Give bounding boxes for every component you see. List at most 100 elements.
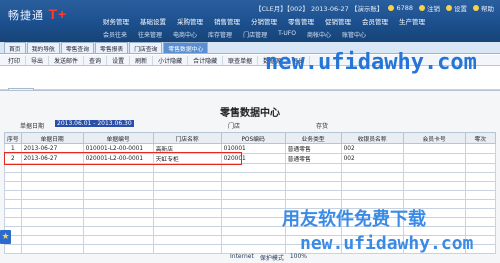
menu-item[interactable]: 零售管理 bbox=[285, 15, 317, 27]
status-zone: Internet bbox=[230, 253, 254, 260]
refresh-button[interactable]: 刷新 bbox=[130, 55, 154, 65]
exit-button[interactable]: 退出 bbox=[287, 55, 311, 65]
report-panel: 零售数据中心 单据日期 2013.06.01 - 2013.06.30 门店 存… bbox=[0, 90, 500, 263]
store-label: 门店 bbox=[228, 123, 241, 130]
tab-retail-query[interactable]: 零售查询 bbox=[60, 42, 95, 53]
tab-bar: 首页 我的导航 零售查询 零售报表 门店查询 零售数据中心 bbox=[0, 42, 500, 54]
table-row bbox=[4, 208, 497, 218]
cell: 002 bbox=[340, 153, 404, 164]
user-tool-user[interactable]: 6788 bbox=[388, 3, 413, 13]
table-row bbox=[4, 190, 497, 200]
user-tools: 6788 注销 设置 帮助 bbox=[388, 3, 494, 13]
cell: 普通零售 bbox=[284, 153, 342, 164]
doc-link[interactable]: 020001-L2-00-0001 bbox=[82, 153, 154, 164]
table-row bbox=[4, 181, 497, 191]
col-header[interactable]: 门店名称 bbox=[152, 132, 222, 144]
total-hide-button[interactable]: 合计隐藏 bbox=[188, 55, 224, 65]
cell bbox=[464, 143, 497, 154]
tab-retail-report[interactable]: 零售报表 bbox=[95, 42, 129, 53]
cell: 普通零售 bbox=[284, 143, 342, 154]
menu-item[interactable]: 生产管理 bbox=[396, 15, 428, 27]
status-zoom[interactable]: 100% bbox=[290, 253, 307, 262]
table-header-row: 序号 单据日期 单据编号 门店名称 POS编码 业务类型 收银员名称 会员卡号 … bbox=[4, 132, 497, 144]
menu-item[interactable]: 促销管理 bbox=[322, 15, 354, 27]
linked-docs-button[interactable]: 联查单据 bbox=[223, 55, 259, 65]
report-title: 零售数据中心 bbox=[220, 108, 280, 119]
help-button[interactable]: 帮助 bbox=[473, 3, 494, 13]
cell: 2 bbox=[4, 153, 22, 164]
star-icon[interactable]: ★ bbox=[0, 230, 11, 244]
tab-home[interactable]: 首页 bbox=[4, 42, 26, 53]
table-row[interactable]: 2 2013-06-27 020001-L2-00-0001 天虹专柜 0200… bbox=[4, 153, 497, 164]
cell: 高新店 bbox=[152, 143, 222, 154]
stock-label: 存货 bbox=[316, 123, 329, 130]
send-mail-button[interactable]: 发送邮件 bbox=[49, 55, 85, 65]
table-row bbox=[4, 217, 497, 227]
table-row[interactable]: 1 2013-06-27 010001-L2-00-0001 高新店 01000… bbox=[4, 143, 497, 154]
cell bbox=[464, 153, 497, 164]
top-banner: 畅捷通 T+ 【CLE月】【002】 2013-06-27 【演示账】 6788… bbox=[0, 0, 500, 42]
toolbar: 打印 导出 发送邮件 查询 设置 刷新 小计隐藏 合计隐藏 联查单据 数据源 退… bbox=[0, 55, 500, 66]
logout-button[interactable]: 注销 bbox=[419, 3, 440, 13]
retail-data-table: 序号 单据日期 单据编号 门店名称 POS编码 业务类型 收银员名称 会员卡号 … bbox=[4, 132, 497, 254]
submenu-item[interactable]: T-UFO bbox=[275, 29, 299, 40]
logout-icon bbox=[419, 5, 425, 11]
menu-item[interactable]: 销售管理 bbox=[211, 15, 243, 27]
submenu-item[interactable]: 门店管理 bbox=[240, 29, 270, 40]
sub-menu: 会员往来 往来管理 电商中心 库存管理 门店管理 T-UFO 商帐中心 账管中心 bbox=[100, 29, 369, 40]
table-row bbox=[4, 199, 497, 209]
date-label: 单据日期 bbox=[20, 123, 45, 130]
user-icon bbox=[388, 5, 395, 11]
export-button[interactable]: 导出 bbox=[26, 55, 50, 65]
data-source-button[interactable]: 数据源 bbox=[258, 55, 288, 65]
col-header[interactable]: 收银员名称 bbox=[340, 132, 404, 144]
table-row bbox=[4, 172, 497, 182]
cell: 2013-06-27 bbox=[20, 153, 84, 164]
cell: 010001 bbox=[220, 143, 286, 154]
menu-item[interactable]: 会员管理 bbox=[359, 15, 391, 27]
table-row bbox=[4, 226, 497, 236]
status-protected-mode: 保护模式 bbox=[259, 255, 284, 262]
cell: 020001 bbox=[220, 153, 286, 164]
col-header[interactable]: 业务类型 bbox=[284, 132, 342, 144]
settings-button[interactable]: 设置 bbox=[446, 3, 467, 13]
menu-item[interactable]: 采购管理 bbox=[174, 15, 206, 27]
col-header[interactable]: 序号 bbox=[4, 132, 22, 144]
tab-retail-data-center[interactable]: 零售数据中心 bbox=[163, 42, 209, 53]
cell: 天虹专柜 bbox=[152, 153, 222, 164]
cell: 1 bbox=[4, 143, 22, 154]
app-logo: 畅捷通 T+ bbox=[8, 6, 68, 22]
cell bbox=[402, 153, 466, 164]
date-range-field[interactable]: 2013.06.01 - 2013.06.30 bbox=[55, 120, 134, 127]
session-status: 【CLE月】【002】 2013-06-27 【演示账】 bbox=[255, 5, 384, 13]
help-icon bbox=[473, 5, 479, 11]
submenu-item[interactable]: 电商中心 bbox=[170, 29, 200, 40]
doc-link[interactable]: 010001-L2-00-0001 bbox=[82, 143, 154, 154]
cell bbox=[402, 143, 466, 154]
submenu-item[interactable]: 会员往来 bbox=[100, 29, 130, 40]
settings-toolbar-button[interactable]: 设置 bbox=[107, 55, 131, 65]
col-header[interactable]: POS编码 bbox=[220, 132, 286, 144]
tab-my-nav[interactable]: 我的导航 bbox=[26, 42, 60, 53]
submenu-item[interactable]: 往来管理 bbox=[135, 29, 165, 40]
menu-item[interactable]: 分销管理 bbox=[248, 15, 280, 27]
table-row bbox=[4, 235, 497, 245]
subtotal-hide-button[interactable]: 小计隐藏 bbox=[153, 55, 189, 65]
col-header[interactable]: 单据日期 bbox=[20, 132, 84, 144]
print-button[interactable]: 打印 bbox=[3, 55, 27, 65]
table-row bbox=[4, 163, 497, 173]
submenu-item[interactable]: 库存管理 bbox=[205, 29, 235, 40]
menu-item[interactable]: 财务管理 bbox=[100, 15, 132, 27]
menu-item[interactable]: 基础设置 bbox=[137, 15, 169, 27]
submenu-item[interactable]: 账管中心 bbox=[339, 29, 369, 40]
query-button[interactable]: 查询 bbox=[84, 55, 108, 65]
report-filters: 单据日期 2013.06.01 - 2013.06.30 门店 存货 bbox=[0, 120, 500, 131]
tab-store-query[interactable]: 门店查询 bbox=[129, 42, 163, 53]
status-bar: Internet 保护模式 100% bbox=[230, 253, 307, 262]
col-header[interactable]: 会员卡号 bbox=[402, 132, 466, 144]
submenu-item[interactable]: 商帐中心 bbox=[304, 29, 334, 40]
col-header[interactable]: 单据编号 bbox=[82, 132, 154, 144]
report-subtab-area: 报表 bbox=[0, 66, 500, 97]
gear-icon bbox=[446, 5, 452, 11]
col-header[interactable]: 零次 bbox=[464, 132, 497, 144]
